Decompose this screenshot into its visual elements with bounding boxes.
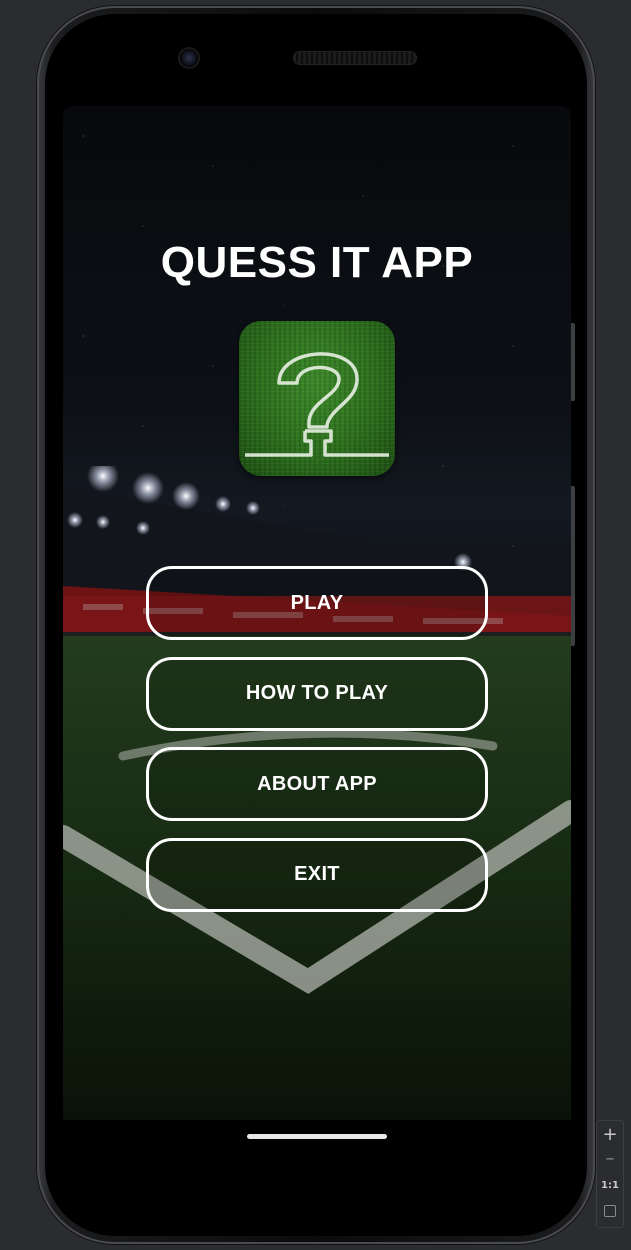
exit-button[interactable]: EXIT — [146, 837, 488, 912]
play-button[interactable]: PLAY — [146, 566, 488, 640]
question-mark-on-grass-icon — [239, 321, 395, 476]
earpiece-speaker — [293, 51, 417, 65]
emulator-zoom-controls: + – 1:1 — [596, 1120, 624, 1228]
app-title: QUESS IT APP — [160, 238, 474, 287]
zoom-ratio-button[interactable]: 1:1 — [597, 1179, 623, 1193]
plus-icon[interactable]: + — [597, 1123, 623, 1147]
how-to-play-button[interactable]: HOW TO PLAY — [146, 656, 488, 731]
front-camera-icon — [180, 49, 198, 67]
about-app-button[interactable]: ABOUT APP — [146, 747, 488, 821]
app-screen: QUESS IT APP PLAY HOW TO PLAY ABOUT APP … — [63, 106, 571, 1120]
minus-icon[interactable]: – — [597, 1149, 623, 1169]
fit-screen-icon[interactable] — [604, 1205, 616, 1217]
system-navigation-bar — [63, 1120, 571, 1160]
main-menu: PLAY HOW TO PLAY ABOUT APP EXIT — [146, 566, 488, 928]
home-gesture-handle[interactable] — [247, 1134, 387, 1139]
